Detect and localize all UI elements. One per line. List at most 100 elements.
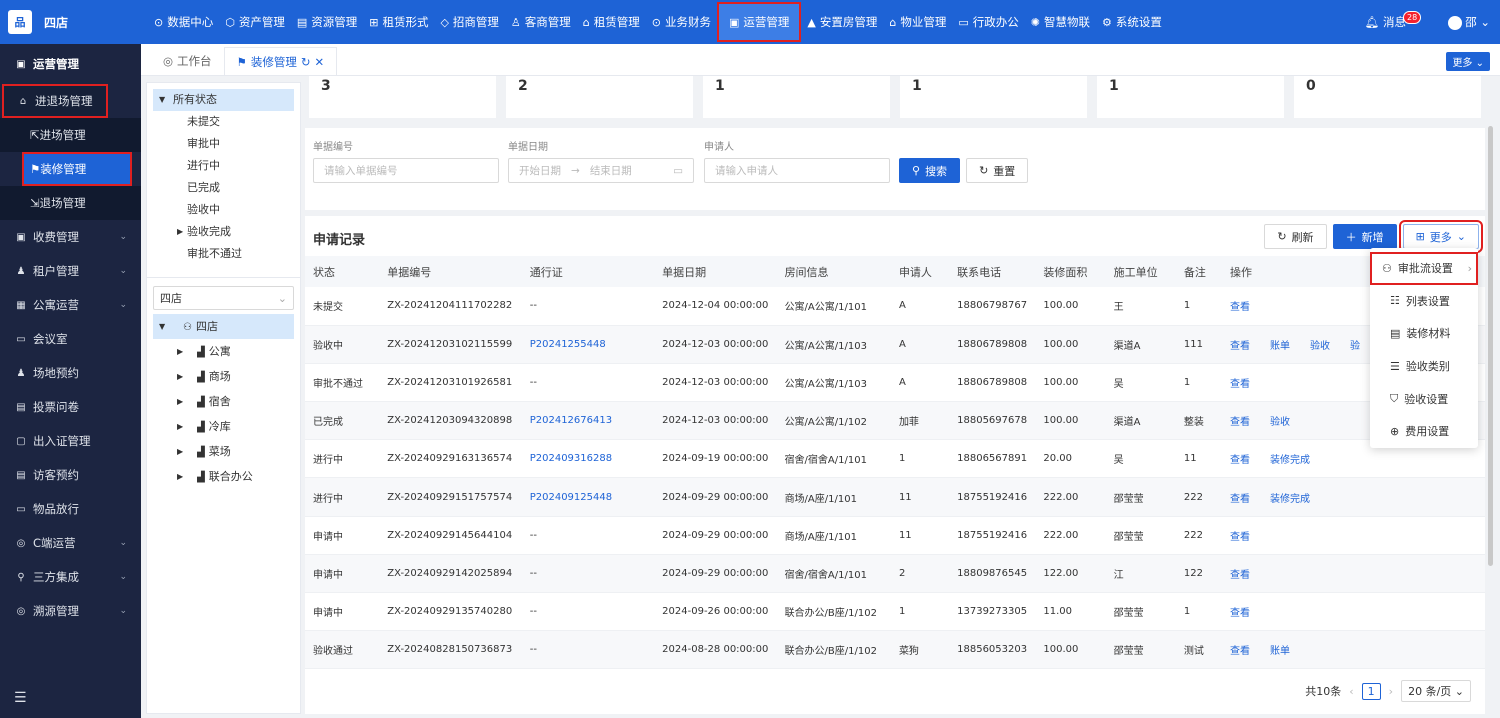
cell-pass[interactable]: P202412676413: [521, 401, 655, 441]
dropdown-item[interactable]: ☰ 验收类别: [1370, 350, 1478, 383]
collapse-menu-icon[interactable]: ☰: [14, 690, 27, 706]
tabs-more-button[interactable]: 更多 ⌄: [1446, 52, 1490, 71]
more-button[interactable]: ⊞ 更多 ⌄: [1398, 220, 1484, 253]
op-link[interactable]: 验: [1350, 341, 1360, 352]
next-page-icon[interactable]: ›: [1389, 685, 1393, 698]
op-link[interactable]: 查看: [1230, 302, 1250, 313]
user-menu[interactable]: 邵 ⌄: [1448, 14, 1490, 30]
date-range-input[interactable]: 开始日期 → 结束日期 ▭: [508, 158, 694, 183]
topnav-item[interactable]: ⬡ 资产管理: [219, 0, 291, 44]
dropdown-item[interactable]: ☷ 列表设置: [1370, 285, 1478, 318]
op-link[interactable]: 查看: [1230, 417, 1250, 428]
topnav-item[interactable]: ⌂ 物业管理: [883, 0, 952, 44]
cell-pass[interactable]: P202409316288: [521, 439, 655, 479]
status-tree-item[interactable]: 审批不通过: [153, 243, 294, 265]
store-tree-item[interactable]: ▶ ▟ 公寓: [153, 339, 294, 364]
dropdown-item[interactable]: ⊕ 费用设置: [1370, 415, 1478, 448]
tab-renovation[interactable]: ⚑ 装修管理 ↻ ✕: [223, 47, 338, 75]
dropdown-item[interactable]: ⛉ 验收设置: [1370, 382, 1478, 415]
op-link[interactable]: 装修完成: [1270, 494, 1310, 505]
store-tree-item[interactable]: ▶ ▟ 冷库: [153, 414, 294, 439]
status-tree-item[interactable]: 验收中: [153, 199, 294, 221]
sidebar-item[interactable]: ▭ 会议室: [0, 322, 141, 356]
op-link[interactable]: 查看: [1230, 646, 1250, 657]
store-tree-item[interactable]: ▶ ▟ 宿舍: [153, 389, 294, 414]
store-tree-item[interactable]: ▶ ▟ 菜场: [153, 439, 294, 464]
op-link[interactable]: 验收: [1270, 417, 1290, 428]
refresh-button[interactable]: ↻ 刷新: [1264, 224, 1327, 249]
prev-page-icon[interactable]: ‹: [1349, 685, 1353, 698]
topnav-item[interactable]: ▣ 运营管理: [717, 2, 802, 42]
store-tree-item[interactable]: ▶ ▟ 商场: [153, 364, 294, 389]
topnav-item[interactable]: ⊙ 数据中心: [148, 0, 219, 44]
topnav-item[interactable]: ◇ 招商管理: [434, 0, 504, 44]
op-link[interactable]: 查看: [1230, 532, 1250, 543]
scrollbar[interactable]: [1488, 126, 1493, 566]
page-size-select[interactable]: 20 条/页 ⌄: [1401, 680, 1471, 702]
sidebar-item[interactable]: ▢ 出入证管理: [0, 424, 141, 458]
close-icon[interactable]: ✕: [315, 55, 325, 69]
reset-button[interactable]: ↻ 重置: [966, 158, 1029, 183]
sidebar-item[interactable]: ⌂ 进退场管理 ⌃: [2, 84, 108, 118]
topnav-item[interactable]: ▤ 资源管理: [291, 0, 363, 44]
op-link[interactable]: 账单: [1270, 341, 1290, 352]
page-number[interactable]: 1: [1361, 682, 1381, 700]
store-tree-root[interactable]: ▼ ⚇ 四店: [153, 314, 294, 339]
status-tree-item[interactable]: ▶ 验收完成: [153, 221, 294, 243]
sidebar-item[interactable]: ▦ 公寓运营 ⌄: [0, 288, 141, 322]
topnav-item[interactable]: ⌂ 租赁管理: [577, 0, 646, 44]
cell-date: 2024-09-29 00:00:00: [654, 477, 777, 517]
flag-icon: ⚑: [236, 54, 247, 69]
applicant-input[interactable]: 请输入申请人: [704, 158, 890, 183]
topnav-item[interactable]: ▭ 行政办公: [952, 0, 1024, 44]
sidebar-item[interactable]: ▤ 访客预约: [0, 458, 141, 492]
op-link[interactable]: 查看: [1230, 608, 1250, 619]
sidebar-item[interactable]: ▭ 物品放行: [0, 492, 141, 526]
status-tree-root[interactable]: ▼ 所有状态: [153, 89, 294, 111]
op-link[interactable]: 装修完成: [1270, 455, 1310, 466]
op-link[interactable]: 查看: [1230, 455, 1250, 466]
cell-area: 122.00: [1035, 554, 1106, 594]
cell-pass[interactable]: P20241255448: [521, 325, 655, 364]
topnav-item[interactable]: ✺ 智慧物联: [1025, 0, 1096, 44]
sidebar-item[interactable]: ♟ 场地预约: [0, 356, 141, 390]
doc-no-input[interactable]: 请输入单据编号: [313, 158, 499, 183]
add-button[interactable]: ＋ 新增: [1332, 224, 1397, 249]
store-select[interactable]: 四店 ⌄: [153, 286, 294, 310]
dropdown-item[interactable]: ⚇ 审批流设置 ›: [1370, 252, 1478, 285]
op-link[interactable]: 验收: [1310, 341, 1330, 352]
op-link[interactable]: 查看: [1230, 379, 1250, 390]
status-tree-item[interactable]: 未提交: [153, 111, 294, 133]
topnav-item[interactable]: ♙ 客商管理: [505, 0, 577, 44]
topnav-item[interactable]: ⚙ 系统设置: [1096, 0, 1168, 44]
op-link[interactable]: 查看: [1230, 341, 1250, 352]
logo[interactable]: 品 四店: [0, 0, 141, 44]
op-link[interactable]: 账单: [1270, 646, 1290, 657]
sidebar-item[interactable]: ♟ 租户管理 ⌄: [0, 254, 141, 288]
tab-workbench[interactable]: ◎ 工作台: [151, 47, 224, 75]
search-button[interactable]: ⚲ 搜索: [899, 158, 961, 183]
sidebar-subitem[interactable]: ⇱ 进场管理: [0, 118, 141, 152]
topnav-item[interactable]: ▲ 安置房管理: [801, 0, 883, 44]
sidebar-item[interactable]: ◎ 溯源管理 ⌄: [0, 594, 141, 628]
topnav-item[interactable]: ⊞ 租赁形式: [363, 0, 434, 44]
tab-label: 装修管理: [250, 54, 297, 69]
sidebar-subitem[interactable]: ⚑ 装修管理: [22, 152, 132, 186]
cell-pass[interactable]: P202409125448: [521, 477, 655, 517]
sidebar-subitem[interactable]: ⇲ 退场管理: [0, 186, 141, 220]
refresh-icon[interactable]: ↻: [301, 55, 311, 69]
status-tree-item[interactable]: 审批中: [153, 133, 294, 155]
messages-button[interactable]: 🔔︎ 消息28: [1365, 11, 1424, 30]
dropdown-item[interactable]: ▤ 装修材料: [1370, 317, 1478, 350]
status-tree-item[interactable]: 进行中: [153, 155, 294, 177]
sidebar-item[interactable]: ◎ C端运营 ⌄: [0, 526, 141, 560]
store-tree-item[interactable]: ▶ ▟ 联合办公: [153, 464, 294, 489]
topnav-item[interactable]: ⊙ 业务财务: [646, 0, 717, 44]
op-link[interactable]: 查看: [1230, 570, 1250, 581]
sidebar-item[interactable]: ▤ 投票问卷: [0, 390, 141, 424]
sidebar-item[interactable]: ⚲ 三方集成 ⌄: [0, 560, 141, 594]
status-tree-item[interactable]: 已完成: [153, 177, 294, 199]
sidebar-item[interactable]: ▣ 收费管理 ⌄: [0, 220, 141, 254]
op-link[interactable]: 查看: [1230, 494, 1250, 505]
stat-card: 1: [703, 76, 890, 118]
